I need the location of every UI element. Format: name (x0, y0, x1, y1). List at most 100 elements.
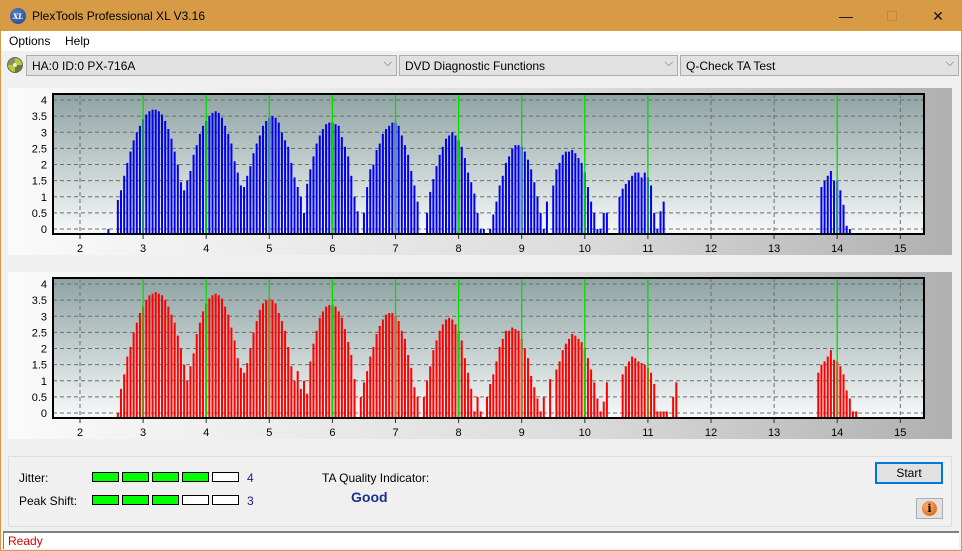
histogram-bar (627, 361, 630, 418)
x-tick-label: 6 (329, 427, 335, 439)
histogram-bar (542, 396, 545, 418)
x-tick-label: 15 (894, 243, 906, 255)
histogram-bar (337, 311, 340, 418)
histogram-bar (293, 177, 296, 234)
histogram-bar (432, 179, 435, 234)
histogram-bar (246, 175, 249, 234)
y-tick-label: 0 (41, 224, 47, 236)
histogram-bar (280, 132, 283, 234)
histogram-bar (444, 138, 447, 234)
x-tick-label: 15 (894, 427, 906, 439)
histogram-bar (381, 133, 384, 234)
histogram-bar (848, 398, 851, 418)
histogram-bar (220, 298, 223, 418)
peak-shift-label: Peak Shift: (19, 494, 78, 508)
histogram-bar (362, 212, 365, 234)
histogram-bar (432, 350, 435, 418)
histogram-bar (375, 149, 378, 234)
toolbar: HA:0 ID:0 PX-716A ⌵ DVD Diagnostic Funct… (1, 51, 961, 79)
histogram-bar (173, 322, 176, 418)
peak-shift-segment (122, 495, 149, 505)
histogram-bar (590, 201, 593, 234)
histogram-bar (258, 135, 261, 234)
histogram-bar (318, 317, 321, 418)
histogram-bar (659, 211, 662, 234)
histogram-bar (217, 295, 220, 418)
histogram-bar (388, 313, 391, 418)
histogram-bar (558, 162, 561, 234)
histogram-bar (347, 156, 350, 234)
pits-chart-panel: 0 0.5 1 1.5 2 2.5 3 3.5 4 2 3 4 5 6 7 8 9 10 11 12 13 14 15 (8, 272, 952, 439)
histogram-bar (120, 190, 123, 234)
x-tick-label: 4 (203, 243, 209, 255)
histogram-bar (826, 356, 829, 418)
histogram-bar (388, 125, 391, 234)
histogram-bar (564, 151, 567, 234)
histogram-bar (634, 358, 637, 418)
histogram-bar (640, 363, 643, 418)
histogram-bar (397, 321, 400, 418)
start-button[interactable]: Start (875, 462, 943, 484)
histogram-bar (385, 129, 388, 234)
function-select[interactable]: DVD Diagnostic Functions ⌵ (399, 55, 678, 76)
x-tick-label: 6 (329, 243, 335, 255)
histogram-bar (463, 358, 466, 418)
histogram-bar (347, 342, 350, 418)
histogram-bar (129, 346, 132, 418)
histogram-bar (426, 212, 429, 234)
histogram-bar (448, 317, 451, 418)
histogram-bar (403, 338, 406, 418)
histogram-bar (164, 300, 167, 418)
histogram-bar (287, 346, 290, 418)
histogram-bar (523, 348, 526, 418)
x-tick-label: 10 (579, 243, 591, 255)
drive-select[interactable]: HA:0 ID:0 PX-716A ⌵ (26, 55, 397, 76)
histogram-bar (353, 379, 356, 418)
test-select[interactable]: Q-Check TA Test ⌵ (680, 55, 959, 76)
histogram-bar (378, 325, 381, 418)
maximize-button[interactable]: ☐ (869, 1, 915, 31)
histogram-bar (823, 361, 826, 418)
y-tick-label: 0.5 (32, 392, 47, 404)
info-icon: i (922, 501, 937, 516)
histogram-bar (252, 332, 255, 418)
x-tick-label: 9 (519, 243, 525, 255)
info-button[interactable]: i (916, 498, 943, 519)
histogram-bar (179, 182, 182, 234)
histogram-bar (624, 366, 627, 418)
histogram-bar (369, 169, 372, 234)
x-tick-label: 4 (203, 427, 209, 439)
x-tick-label: 13 (768, 427, 780, 439)
close-button[interactable]: ✕ (915, 1, 961, 31)
histogram-bar (243, 372, 246, 418)
menu-help[interactable]: Help (65, 34, 90, 48)
histogram-bar (530, 169, 533, 234)
x-tick-label: 8 (456, 243, 462, 255)
histogram-bar (568, 151, 571, 234)
histogram-bar (312, 343, 315, 418)
histogram-bar (555, 169, 558, 234)
histogram-bar (123, 374, 126, 418)
histogram-bar (350, 354, 353, 418)
histogram-bar (426, 380, 429, 418)
histogram-bar (303, 212, 306, 234)
menu-options[interactable]: Options (9, 34, 50, 48)
histogram-bar (397, 125, 400, 234)
x-tick-label: 5 (266, 427, 272, 439)
jitter-label: Jitter: (19, 471, 49, 485)
histogram-bar (410, 170, 413, 234)
histogram-bar (198, 322, 201, 418)
histogram-bar (820, 187, 823, 234)
histogram-bar (435, 166, 438, 234)
histogram-bar (236, 358, 239, 418)
histogram-bar (441, 146, 444, 234)
histogram-bar (176, 335, 179, 418)
histogram-bar (299, 388, 302, 418)
function-select-value: DVD Diagnostic Functions (405, 59, 546, 73)
minimize-button[interactable]: — (823, 1, 869, 31)
histogram-bar (129, 151, 132, 234)
histogram-bar (549, 379, 552, 418)
histogram-bar (561, 350, 564, 418)
jitter-value: 4 (247, 471, 254, 485)
histogram-bar (555, 369, 558, 418)
